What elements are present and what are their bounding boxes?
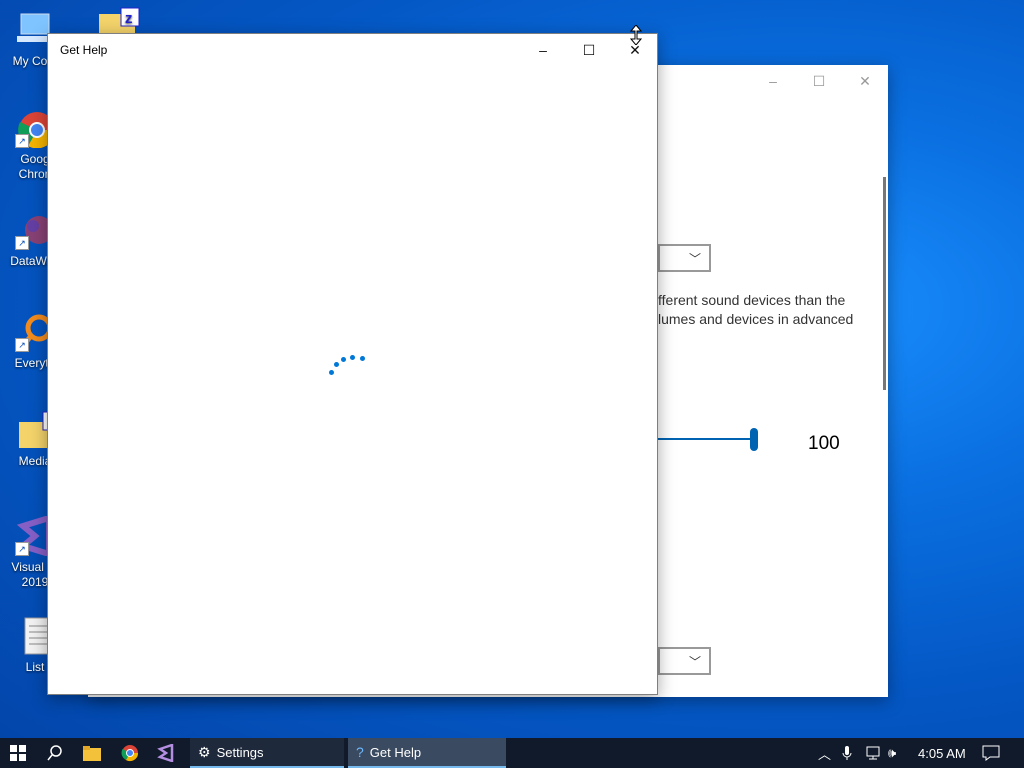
get-help-window[interactable]: Get Help – ☐ ✕ [47, 33, 658, 695]
visual-studio-icon [157, 744, 174, 762]
file-explorer-icon [83, 746, 101, 761]
output-device-dropdown[interactable]: ﹀ [658, 244, 711, 272]
svg-text:z: z [125, 10, 133, 27]
windows-icon [10, 745, 26, 761]
scrollbar[interactable] [883, 177, 886, 390]
taskbar: ⚙ Settings ? Get Help ︿ 🕪 4:05 AM [0, 738, 1024, 768]
folder-icon: z [97, 6, 140, 36]
gear-icon: ⚙ [198, 743, 211, 760]
spinner-dot [360, 356, 365, 361]
notification-icon [982, 745, 1000, 761]
shortcut-arrow-icon: ↗ [15, 338, 29, 352]
network-icon [866, 746, 880, 760]
close-button[interactable]: ✕ [842, 65, 888, 97]
taskbar-app-label: Settings [216, 744, 264, 760]
microphone-button[interactable] [842, 738, 852, 768]
spinner-dot [329, 370, 334, 375]
spinner-dot [334, 362, 339, 367]
shortcut-arrow-icon: ↗ [15, 134, 29, 148]
microphone-icon [842, 746, 852, 760]
help-icon: ? [356, 744, 364, 760]
clock-time: 4:05 AM [918, 745, 966, 761]
search-icon [47, 745, 62, 761]
visual-studio-button[interactable] [150, 738, 182, 768]
settings-description-line1: fferent sound devices than the [658, 292, 846, 308]
maximize-button[interactable]: ☐ [796, 65, 842, 97]
maximize-button[interactable]: ☐ [566, 34, 612, 66]
window-title: Get Help [60, 43, 108, 57]
taskbar-app-get-help[interactable]: ? Get Help [348, 738, 506, 768]
clock[interactable]: 4:05 AM [918, 738, 966, 768]
resize-cursor-icon [629, 24, 643, 50]
chevron-up-icon: ︿ [818, 746, 832, 762]
taskbar-app-settings[interactable]: ⚙ Settings [190, 738, 344, 768]
shortcut-arrow-icon: ↗ [15, 236, 29, 250]
minimize-button[interactable]: – [750, 65, 796, 97]
spinner-dot [341, 357, 346, 362]
chevron-down-icon: ﹀ [688, 655, 701, 669]
volume-slider-track[interactable] [658, 438, 754, 440]
shortcut-arrow-icon: ↗ [15, 542, 29, 556]
network-button[interactable] [864, 738, 882, 768]
settings-description-line2: lumes and devices in advanced [658, 311, 854, 327]
minimize-button[interactable]: – [520, 34, 566, 66]
taskbar-app-label: Get Help [369, 744, 422, 760]
spinner-dot [350, 355, 355, 360]
chrome-icon [121, 745, 139, 762]
chrome-button[interactable] [114, 738, 146, 768]
show-hidden-icons-button[interactable]: ︿ [818, 738, 831, 768]
start-button[interactable] [0, 738, 36, 768]
volume-value: 100 [808, 433, 840, 454]
chevron-down-icon: ﹀ [688, 252, 701, 266]
volume-button[interactable]: 🕪 [888, 738, 896, 768]
action-center-button[interactable] [982, 738, 1000, 768]
input-device-dropdown[interactable]: ﹀ [658, 647, 711, 675]
volume-slider-thumb[interactable] [750, 428, 758, 451]
speaker-icon: 🕪 [888, 745, 897, 760]
file-explorer-button[interactable] [76, 738, 108, 768]
get-help-titlebar[interactable]: Get Help – ☐ ✕ [48, 34, 657, 66]
search-button[interactable] [38, 738, 72, 768]
